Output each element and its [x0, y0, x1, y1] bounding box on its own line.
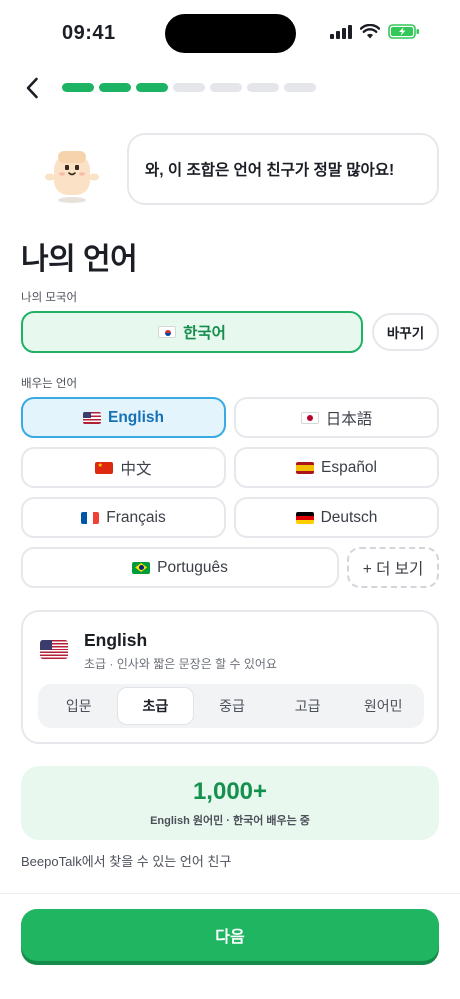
level-description: 초급 · 인사와 짧은 문장은 할 수 있어요	[84, 657, 277, 671]
next-button[interactable]: 다음	[21, 909, 439, 961]
language-option-english[interactable]: English	[21, 397, 226, 438]
language-option-label: Español	[320, 458, 377, 476]
language-option-japanese[interactable]: 日本語	[234, 397, 439, 438]
language-option-german[interactable]: Deutsch	[234, 497, 439, 538]
partner-count: 1,000+	[192, 778, 268, 805]
language-option-label: Deutsch	[320, 508, 378, 526]
speech-bubble: 와, 이 조합은 언어 친구가 정말 많아요!	[127, 133, 439, 205]
us-flag-icon	[40, 640, 68, 659]
language-option-label: 日本語	[325, 410, 373, 428]
speech-bubble-text: 와, 이 조합은 언어 친구가 정말 많아요!	[145, 162, 395, 179]
step-progress	[62, 83, 316, 92]
level-tab-native[interactable]: 원어민	[345, 687, 421, 725]
mascot-avatar	[44, 145, 100, 205]
divider	[0, 893, 460, 894]
us-flag-icon	[83, 411, 101, 424]
level-card: English 초급 · 인사와 짧은 문장은 할 수 있어요 입문 초급 중급…	[21, 610, 439, 744]
status-bar: 09:41	[0, 0, 460, 66]
mascot-icon	[45, 151, 99, 203]
wifi-icon	[360, 24, 380, 39]
native-language-pill[interactable]: 한국어	[21, 311, 363, 353]
level-tab-beginner-intro[interactable]: 입문	[41, 687, 117, 725]
language-option-label: Português	[157, 558, 228, 576]
page-title: 나의 언어	[21, 243, 138, 276]
partner-count-card: 1,000+ English 원어민 · 한국어 배우는 중	[21, 766, 439, 840]
cn-flag-icon: ★	[95, 461, 114, 474]
footnote-text: BeepoTalk에서 찾을 수 있는 언어 친구	[21, 854, 232, 869]
progress-step	[62, 83, 94, 92]
dynamic-island	[165, 14, 296, 53]
native-language-label: 나의 모국어	[21, 292, 78, 304]
de-flag-icon	[295, 511, 314, 524]
back-button[interactable]	[16, 72, 48, 104]
br-flag-icon	[132, 561, 151, 574]
signal-icon	[330, 24, 352, 39]
more-languages-button[interactable]: + 더 보기	[347, 547, 439, 588]
status-icons	[330, 24, 420, 39]
jp-flag-icon	[300, 411, 319, 424]
partner-count-subtitle: English 원어민 · 한국어 배우는 중	[150, 815, 310, 827]
native-language-name: 한국어	[183, 325, 226, 342]
chevron-left-icon	[26, 77, 38, 99]
learning-language-label: 배우는 언어	[21, 378, 78, 390]
change-native-button[interactable]: 바꾸기	[372, 313, 439, 351]
level-tab-beginner[interactable]: 초급	[116, 687, 195, 725]
battery-charging-icon	[388, 24, 419, 39]
language-option-french[interactable]: Français	[21, 497, 226, 538]
progress-step	[247, 83, 279, 92]
progress-step	[210, 83, 242, 92]
level-tab-intermediate[interactable]: 중급	[194, 687, 270, 725]
level-tab-advanced[interactable]: 고급	[270, 687, 346, 725]
status-time: 09:41	[62, 22, 116, 44]
language-option-spanish[interactable]: Español	[234, 447, 439, 488]
progress-step	[99, 83, 131, 92]
fr-flag-icon	[81, 511, 100, 524]
language-option-label: 中文	[120, 460, 152, 478]
language-option-portuguese[interactable]: Português	[21, 547, 339, 588]
language-option-chinese[interactable]: ★ 中文	[21, 447, 226, 488]
kr-flag-icon	[158, 326, 177, 338]
level-language-name: English	[84, 630, 148, 650]
language-option-label: English	[108, 408, 164, 426]
progress-step	[284, 83, 316, 92]
progress-step	[136, 83, 168, 92]
progress-step	[173, 83, 205, 92]
level-selector: 입문 초급 중급 고급 원어민	[38, 684, 424, 728]
language-option-label: Français	[106, 508, 166, 526]
es-flag-icon	[295, 461, 314, 474]
